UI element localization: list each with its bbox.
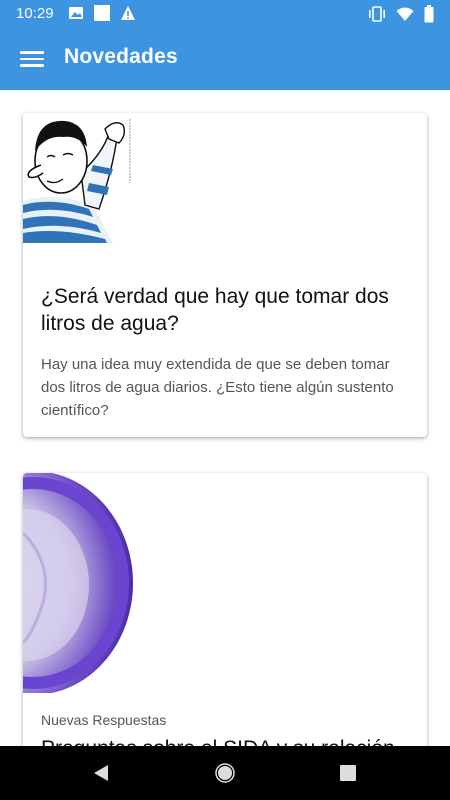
alert-icon — [121, 6, 135, 20]
news-feed[interactable]: ¿Será verdad que hay que tomar dos litro… — [0, 90, 450, 746]
app-bar: Novedades — [0, 28, 450, 90]
home-icon[interactable] — [215, 763, 235, 783]
card-summary: Hay una idea muy extendida de que se deb… — [41, 356, 394, 419]
recents-icon[interactable] — [340, 765, 356, 781]
square-icon — [94, 5, 110, 21]
system-nav-bar — [0, 746, 450, 800]
menu-icon[interactable] — [20, 47, 44, 71]
wifi-icon — [396, 7, 414, 21]
card-title[interactable]: ¿Será verdad que hay que tomar dos litro… — [41, 283, 411, 337]
image-icon — [69, 7, 83, 19]
purple-condom-photo — [23, 473, 133, 693]
cartoon-man-illustration — [23, 113, 133, 243]
news-card[interactable]: ¿Será verdad que hay que tomar dos litro… — [23, 113, 427, 437]
app-title: Novedades — [64, 45, 178, 68]
card-label: Nuevas Respuestas — [41, 712, 167, 728]
status-bar: 10:29 — [0, 0, 450, 28]
vibrate-icon — [369, 6, 385, 22]
status-time: 10:29 — [16, 5, 54, 22]
card-title[interactable]: Preguntas sobre el SIDA y su relación — [41, 735, 411, 746]
news-card[interactable]: Nuevas Respuestas Preguntas sobre el SID… — [23, 473, 427, 746]
back-icon[interactable] — [92, 764, 110, 782]
status-right-icons — [368, 5, 434, 23]
status-left-icons — [68, 5, 136, 21]
battery-icon — [424, 5, 434, 23]
